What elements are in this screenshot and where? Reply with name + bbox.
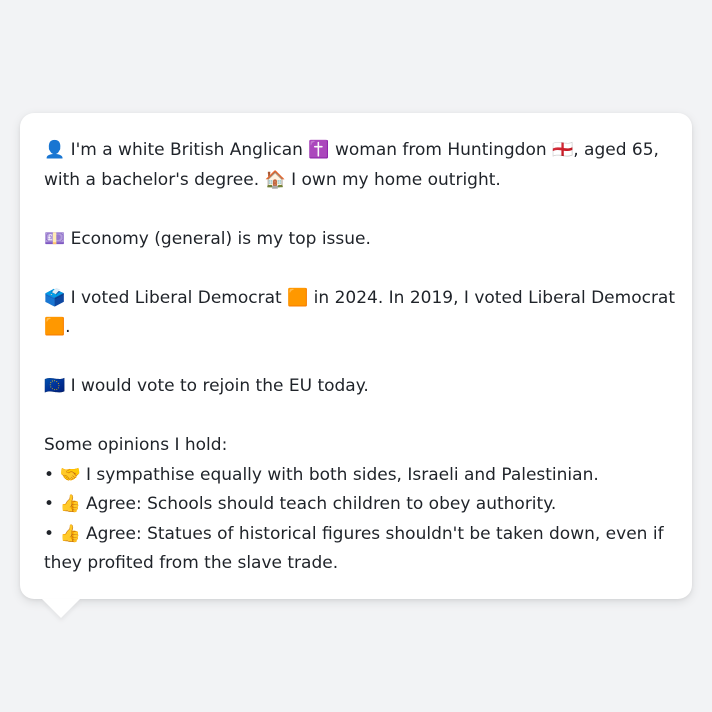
thumbs-up-icon: 👍: [59, 523, 81, 544]
opinions-heading: Some opinions I hold:: [44, 435, 228, 455]
list-item: • 👍 Agree: Schools should teach children…: [44, 490, 676, 520]
bullet: •: [44, 464, 55, 485]
pound-banknote-icon: 💷: [44, 228, 66, 249]
eu-text: I would vote to rejoin the EU today.: [65, 376, 369, 396]
eu-flag-icon: 🇪🇺: [44, 376, 66, 396]
persona-message-bubble: 👤 I'm a white British Anglican ✝️ woman …: [20, 113, 692, 599]
opinions-list: • 🤝 I sympathise equally with both sides…: [44, 461, 676, 579]
house-icon: 🏠: [264, 169, 286, 190]
vote-history-paragraph: 🗳️ I voted Liberal Democrat 🟧 in 2024. I…: [44, 284, 676, 343]
intro-text-2: woman from Huntingdon: [329, 140, 553, 160]
vote-text-3: .: [65, 317, 71, 337]
intro-paragraph: 👤 I'm a white British Anglican ✝️ woman …: [44, 136, 676, 195]
intro-text-4: I own my home outright.: [285, 169, 501, 190]
list-item: • 👍 Agree: Statues of historical figures…: [44, 520, 676, 579]
england-flag-icon: 🏴󠁧󠁢󠁥󠁮󠁧󠁿: [552, 140, 574, 160]
handshake-icon: 🤝: [59, 464, 81, 485]
speech-bubble-tail: [42, 599, 80, 618]
top-issue-text: Economy (general) is my top issue.: [65, 228, 371, 249]
orange-square-icon: 🟧: [44, 317, 66, 337]
bullet: •: [44, 494, 55, 514]
opinion-text: I sympathise equally with both sides, Is…: [80, 464, 599, 485]
person-icon: 👤: [44, 140, 66, 160]
list-item: • 🤝 I sympathise equally with both sides…: [44, 461, 676, 491]
intro-text-1: I'm a white British Anglican: [65, 140, 309, 160]
top-issue-paragraph: 💷 Economy (general) is my top issue.: [44, 225, 676, 255]
thumbs-up-icon: 👍: [59, 494, 81, 514]
opinion-text: Agree: Statues of historical figures sho…: [44, 523, 664, 574]
opinion-text: Agree: Schools should teach children to …: [80, 494, 557, 514]
ballot-box-icon: 🗳️: [44, 287, 66, 308]
vote-text-2: in 2024. In 2019, I voted Liberal Democr…: [308, 287, 676, 308]
orange-square-icon: 🟧: [287, 287, 309, 308]
vote-text-1: I voted Liberal Democrat: [65, 287, 288, 308]
eu-paragraph: 🇪🇺 I would vote to rejoin the EU today.: [44, 372, 676, 402]
cross-icon: ✝️: [308, 140, 330, 160]
bullet: •: [44, 523, 55, 544]
